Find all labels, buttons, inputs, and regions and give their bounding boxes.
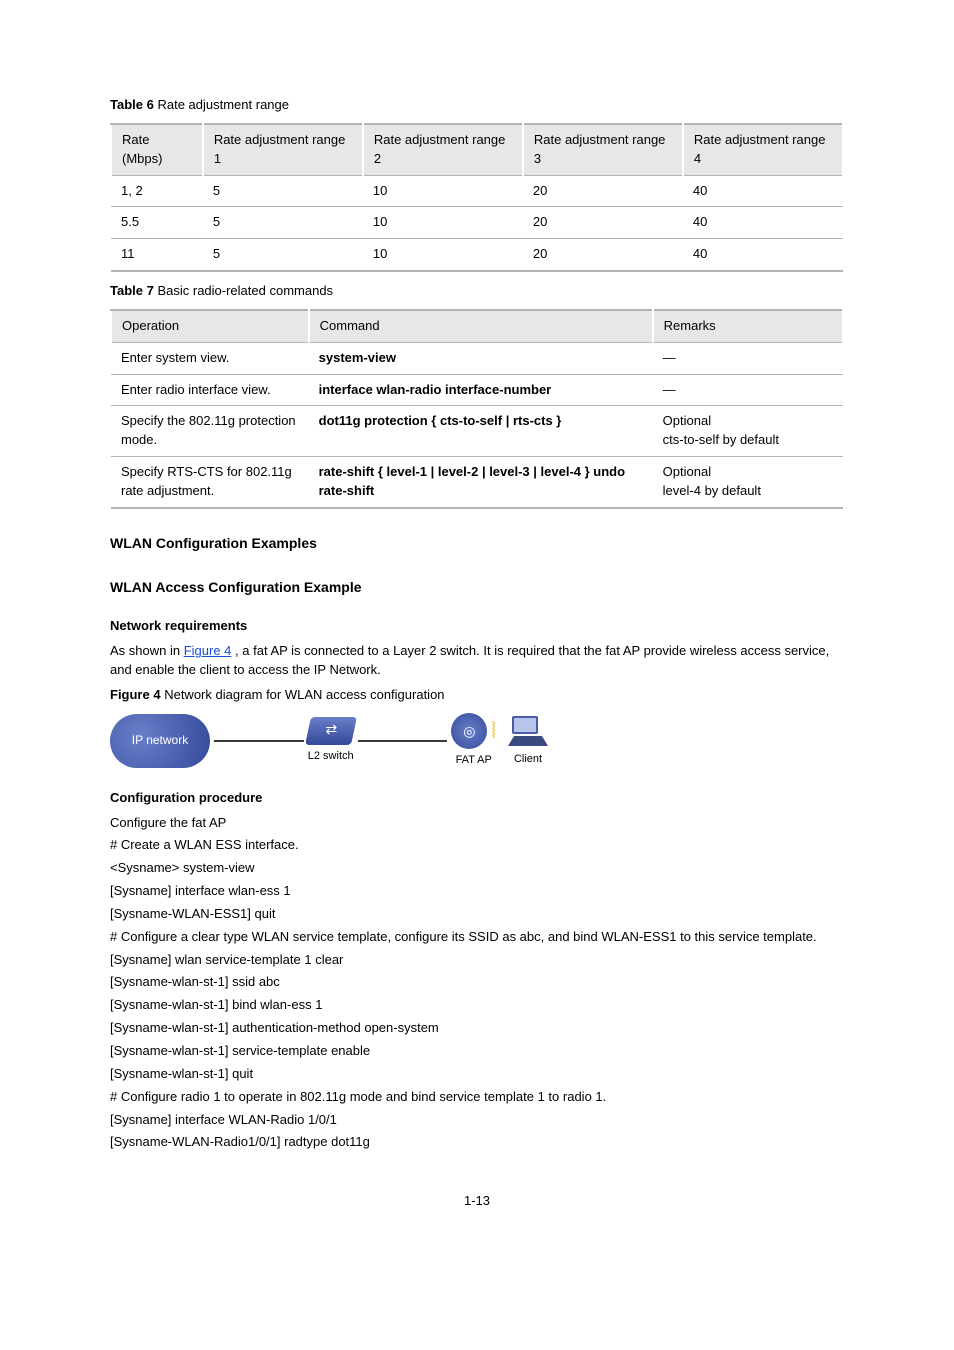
figure4-link[interactable]: Figure 4 — [184, 643, 232, 658]
table6-caption: Table 6 Rate adjustment range — [110, 96, 844, 115]
list-item: [Sysname-wlan-st-1] ssid abc — [110, 973, 844, 992]
table6-label: Table 6 — [110, 97, 154, 112]
figure4-caption: Figure 4 Network diagram for WLAN access… — [110, 686, 844, 705]
laptop-icon — [506, 714, 550, 748]
list-item: [Sysname] wlan service-template 1 clear — [110, 951, 844, 970]
col-header: Rate (Mbps) — [111, 124, 203, 175]
col-header: Rate adjustment range 4 — [683, 124, 843, 175]
cell: 10 — [363, 239, 523, 271]
list-item: # Create a WLAN ESS interface. — [110, 836, 844, 855]
list-item: [Sysname-wlan-st-1] service-template ena… — [110, 1042, 844, 1061]
table-row: Specify RTS-CTS for 802.11g rate adjustm… — [111, 457, 843, 508]
figure4-caption-text: Network diagram for WLAN access configur… — [164, 687, 444, 702]
fat-ap-device: ◎ ⦚ FAT AP — [451, 713, 496, 769]
list-item: # Configure radio 1 to operate in 802.11… — [110, 1088, 844, 1107]
client-label: Client — [514, 752, 542, 768]
table-row: Enter radio interface view. interface wl… — [111, 374, 843, 406]
wireless-waves-icon: ⦚ — [491, 715, 496, 747]
col-header: Rate adjustment range 1 — [203, 124, 363, 175]
table7-caption: Table 7 Basic radio-related commands — [110, 282, 844, 301]
heading-wlan-access-example: WLAN Access Configuration Example — [110, 577, 844, 597]
table-row: 5.5 5 10 20 40 — [111, 207, 843, 239]
col-header: Rate adjustment range 2 — [363, 124, 523, 175]
switch-label: L2 switch — [308, 749, 354, 765]
cell: Optional cts-to-self by default — [653, 406, 843, 457]
table-header-row: Rate (Mbps) Rate adjustment range 1 Rate… — [111, 124, 843, 175]
connector-line — [358, 740, 448, 742]
heading-wlan-config-examples: WLAN Configuration Examples — [110, 533, 844, 553]
list-item: [Sysname-WLAN-ESS1] quit — [110, 905, 844, 924]
cmd-text: rate-shift { level-1 | level-2 | level-3… — [319, 464, 625, 498]
cell: 20 — [523, 175, 683, 207]
cell: Enter system view. — [111, 342, 309, 374]
cell: rate-shift { level-1 | level-2 | level-3… — [309, 457, 653, 508]
network-requirements-body: As shown in Figure 4 , a fat AP is conne… — [110, 642, 844, 680]
cloud-icon: IP network — [110, 714, 210, 768]
table6-caption-text: Rate adjustment range — [157, 97, 289, 112]
page-number: 1-13 — [110, 1192, 844, 1211]
cell: 10 — [363, 175, 523, 207]
list-item: # Configure a clear type WLAN service te… — [110, 928, 844, 947]
cell: Enter radio interface view. — [111, 374, 309, 406]
cell: 5 — [203, 207, 363, 239]
cell: 5.5 — [111, 207, 203, 239]
list-item: Configure the fat AP — [110, 814, 844, 833]
cell: 40 — [683, 175, 843, 207]
cell: system-view — [309, 342, 653, 374]
client-device: Client — [506, 714, 550, 768]
page: Table 6 Rate adjustment range Rate (Mbps… — [0, 0, 954, 1350]
cloud-label: IP network — [132, 732, 188, 749]
cell: Specify RTS-CTS for 802.11g rate adjustm… — [111, 457, 309, 508]
network-diagram: IP network L2 switch ◎ ⦚ FAT AP Cli — [110, 713, 550, 769]
table-row: 1, 2 5 10 20 40 — [111, 175, 843, 207]
col-header: Rate adjustment range 3 — [523, 124, 683, 175]
l2-switch-device: L2 switch — [308, 717, 354, 765]
cell: — — [653, 342, 843, 374]
rate-adjustment-table: Rate (Mbps) Rate adjustment range 1 Rate… — [110, 123, 844, 272]
table-row: 11 5 10 20 40 — [111, 239, 843, 271]
cell: 10 — [363, 207, 523, 239]
cell: 20 — [523, 207, 683, 239]
list-item: [Sysname] interface WLAN-Radio 1/0/1 — [110, 1111, 844, 1130]
cell: Optional level-4 by default — [653, 457, 843, 508]
cell: 40 — [683, 207, 843, 239]
table7-caption-text: Basic radio-related commands — [157, 283, 333, 298]
cell: 5 — [203, 175, 363, 207]
text-pre: As shown in — [110, 643, 184, 658]
figure4-label: Figure 4 — [110, 687, 161, 702]
ap-label: FAT AP — [456, 753, 492, 769]
list-item: [Sysname-WLAN-Radio1/0/1] radtype dot11g — [110, 1133, 844, 1152]
cell: 5 — [203, 239, 363, 271]
list-item: <Sysname> system-view — [110, 859, 844, 878]
access-point-icon: ◎ — [451, 713, 487, 749]
connector-line — [214, 740, 304, 742]
list-item: [Sysname] interface wlan-ess 1 — [110, 882, 844, 901]
cmd-text: dot11g protection { cts-to-self | rts-ct… — [319, 413, 562, 428]
heading-configuration-procedure: Configuration procedure — [110, 789, 844, 808]
list-item: [Sysname-wlan-st-1] authentication-metho… — [110, 1019, 844, 1038]
table-row: Specify the 802.11g protection mode. dot… — [111, 406, 843, 457]
cell: 20 — [523, 239, 683, 271]
cell: 40 — [683, 239, 843, 271]
col-header: Remarks — [653, 310, 843, 342]
cell: 11 — [111, 239, 203, 271]
configuration-steps: Configure the fat AP # Create a WLAN ESS… — [110, 814, 844, 1153]
table-row: Enter system view. system-view — — [111, 342, 843, 374]
list-item: [Sysname-wlan-st-1] bind wlan-ess 1 — [110, 996, 844, 1015]
cell: 1, 2 — [111, 175, 203, 207]
heading-network-requirements: Network requirements — [110, 617, 844, 636]
col-header: Operation — [111, 310, 309, 342]
cell: — — [653, 374, 843, 406]
switch-icon — [305, 717, 357, 745]
col-header: Command — [309, 310, 653, 342]
list-item: [Sysname-wlan-st-1] quit — [110, 1065, 844, 1084]
table-header-row: Operation Command Remarks — [111, 310, 843, 342]
cell: Specify the 802.11g protection mode. — [111, 406, 309, 457]
cmd-text: interface wlan-radio interface-number — [319, 382, 552, 397]
cell: interface wlan-radio interface-number — [309, 374, 653, 406]
cmd-text: system-view — [319, 350, 396, 365]
table7-label: Table 7 — [110, 283, 154, 298]
radio-commands-table: Operation Command Remarks Enter system v… — [110, 309, 844, 509]
cell: dot11g protection { cts-to-self | rts-ct… — [309, 406, 653, 457]
